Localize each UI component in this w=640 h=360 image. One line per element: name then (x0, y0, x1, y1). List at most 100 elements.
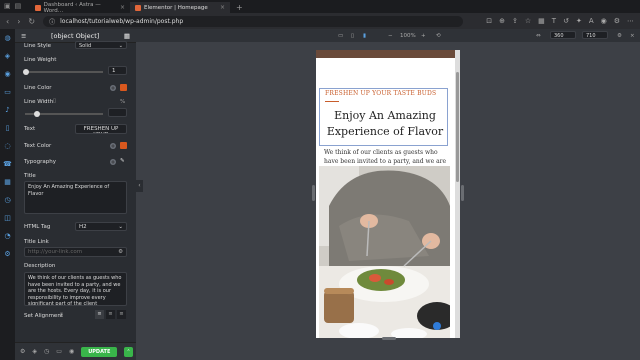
record-icon[interactable]: ◉ (601, 17, 607, 25)
tablet-view-icon[interactable]: ▯ (351, 33, 354, 39)
text-color-swatch[interactable] (120, 142, 127, 149)
screenshot-icon[interactable]: ⊡ (486, 17, 492, 25)
responsive-desktop-icon[interactable]: ▯ (60, 312, 63, 318)
collapse-panel-icon[interactable]: ‹ (136, 180, 143, 192)
refresh-icon[interactable]: ↺ (563, 17, 569, 25)
line-style-label: Line Style (24, 43, 52, 49)
line-weight-slider-knob[interactable] (23, 69, 29, 75)
history-icon[interactable]: ◷ (4, 196, 10, 204)
height-input[interactable]: 710 (582, 31, 608, 39)
line-weight-input[interactable]: 1 (108, 66, 127, 75)
settings-icon[interactable]: ⚙ (617, 33, 622, 39)
left-resize-handle[interactable] (312, 185, 315, 201)
tv-icon[interactable]: ▭ (4, 88, 11, 96)
tab-dashboard[interactable]: Dashboard ‹ Astra — Word… × (30, 1, 130, 14)
share-icon[interactable]: ⇪ (512, 17, 518, 25)
box-icon[interactable]: ◫ (4, 214, 11, 222)
title-link-input[interactable]: http://your-link.com ⚙ (24, 247, 127, 257)
telegram-icon[interactable]: ◈ (5, 52, 10, 60)
tab-menu-icon[interactable]: ▤ (15, 2, 22, 10)
text-icon[interactable]: T (552, 17, 556, 25)
canvas-resize-handle[interactable] (382, 337, 396, 340)
tab-label: Dashboard ‹ Astra — Word… (43, 1, 101, 14)
address-bar[interactable]: ⓘ localhost/tutorialweb/wp-admin/post.ph… (43, 15, 464, 27)
update-options-icon[interactable]: ⌃ (124, 346, 133, 357)
tab-label: Elementor | Homepage (144, 4, 208, 11)
clock-icon[interactable]: ◔ (4, 232, 10, 240)
set-alignment-label: Set Alignment (24, 313, 63, 319)
global-color-icon[interactable]: ◍ (110, 85, 116, 91)
desktop-view-icon[interactable]: ▭ (338, 33, 343, 39)
browser-sidebar: ◍ ◈ ◉ ▭ ♪ ▯ ◌ ☎ ▦ ◷ ◫ ◔ ⚙ (0, 29, 15, 360)
close-tab-icon[interactable]: × (120, 4, 125, 11)
zoom-out-icon[interactable]: − (388, 33, 393, 39)
reload-icon[interactable]: ↻ (28, 17, 35, 26)
mobile-view-icon[interactable]: ▮ (363, 33, 366, 39)
line-width-slider-knob[interactable] (34, 111, 40, 117)
settings-icon[interactable]: ⚙ (20, 348, 25, 355)
zoom-icon[interactable]: ⊕ (499, 17, 505, 25)
new-tab-icon[interactable]: + (236, 2, 243, 13)
text-input[interactable]: FRESHEN UP YOUR (75, 124, 127, 134)
line-color-label: Line Color (24, 85, 52, 91)
forward-icon[interactable]: › (17, 17, 20, 26)
history-icon[interactable]: ◷ (44, 348, 49, 355)
settings-icon[interactable]: ⚙ (4, 250, 10, 258)
page-heading[interactable]: Enjoy An Amazing Experience of Flavor (320, 108, 450, 140)
text-color-label: Text Color (24, 143, 52, 149)
calendar-icon[interactable]: ▦ (4, 178, 11, 186)
align-center-icon[interactable]: ≡ (106, 310, 115, 319)
zoom-in-icon[interactable]: + (421, 33, 426, 39)
align-left-icon[interactable]: ≡ (95, 310, 104, 319)
line-weight-slider[interactable] (23, 69, 103, 75)
bookmarks-icon[interactable]: ▯ (6, 124, 10, 132)
close-icon[interactable]: × (630, 33, 635, 39)
phone-icon[interactable]: ☎ (3, 160, 12, 168)
gear-icon[interactable]: ⚙ (118, 249, 123, 255)
gallery-icon[interactable]: ▦ (538, 17, 545, 25)
width-input[interactable]: 360 (550, 31, 576, 39)
description-textarea[interactable]: We think of our clients as guests who ha… (24, 272, 127, 306)
back-icon[interactable]: ‹ (6, 17, 9, 26)
title-textarea[interactable]: Enjoy An Amazing Experience of Flavor (24, 181, 127, 214)
url-text: localhost/tutorialweb/wp-admin/post.php (60, 17, 184, 25)
music-icon[interactable]: ♪ (5, 106, 9, 114)
chat-icon[interactable]: ◌ (4, 142, 10, 150)
extensions-icon[interactable]: ✦ (576, 17, 582, 25)
global-color-icon[interactable]: ◍ (110, 143, 116, 149)
preview-scrollbar-thumb[interactable] (456, 72, 459, 182)
tools-icon[interactable]: ⚙ (614, 17, 620, 25)
html-tag-select[interactable]: H2 ⌄ (75, 222, 127, 231)
subtitle-divider (325, 101, 339, 102)
star-icon[interactable]: ☆ (525, 17, 531, 25)
responsive-icon[interactable]: ▭ (56, 348, 62, 355)
line-width-unit[interactable]: % (120, 99, 125, 105)
preview-eye-icon[interactable]: ◉ (69, 348, 74, 355)
global-typography-icon[interactable]: ◍ (110, 159, 116, 165)
sidebar-toggle-icon[interactable]: ▣ (4, 2, 11, 10)
zoom-reset-icon[interactable]: ⟲ (436, 33, 441, 39)
responsive-desktop-icon[interactable]: ▯ (53, 98, 56, 104)
title-link-placeholder: http://your-link.com (28, 249, 83, 255)
menu-icon[interactable]: ⋯ (627, 17, 634, 25)
right-resize-handle[interactable] (461, 185, 464, 201)
ruler-icon[interactable]: ⇔ (536, 33, 541, 39)
line-width-input[interactable] (108, 108, 127, 117)
translate-icon[interactable]: A (589, 17, 594, 25)
line-color-swatch[interactable] (120, 84, 127, 91)
title-link-label: Title Link (24, 239, 49, 245)
preview-scrollbar[interactable] (455, 50, 460, 338)
line-width-slider[interactable] (25, 111, 103, 117)
align-right-icon[interactable]: ≡ (117, 310, 126, 319)
widgets-grid-icon[interactable]: ▦ (124, 32, 130, 40)
whatsapp-icon[interactable]: ◉ (4, 70, 10, 78)
layers-icon[interactable]: ◈ (32, 348, 37, 355)
close-tab-icon[interactable]: × (220, 4, 225, 11)
chevron-down-icon: ⌄ (118, 43, 123, 49)
update-button[interactable]: UPDATE (81, 346, 118, 357)
edit-pencil-icon[interactable]: ✎ (120, 158, 125, 164)
messenger-icon[interactable]: ◍ (4, 34, 10, 42)
favicon-icon (35, 4, 41, 11)
line-style-select[interactable]: Solid ⌄ (75, 41, 127, 49)
tab-elementor[interactable]: Elementor | Homepage × (130, 2, 230, 13)
